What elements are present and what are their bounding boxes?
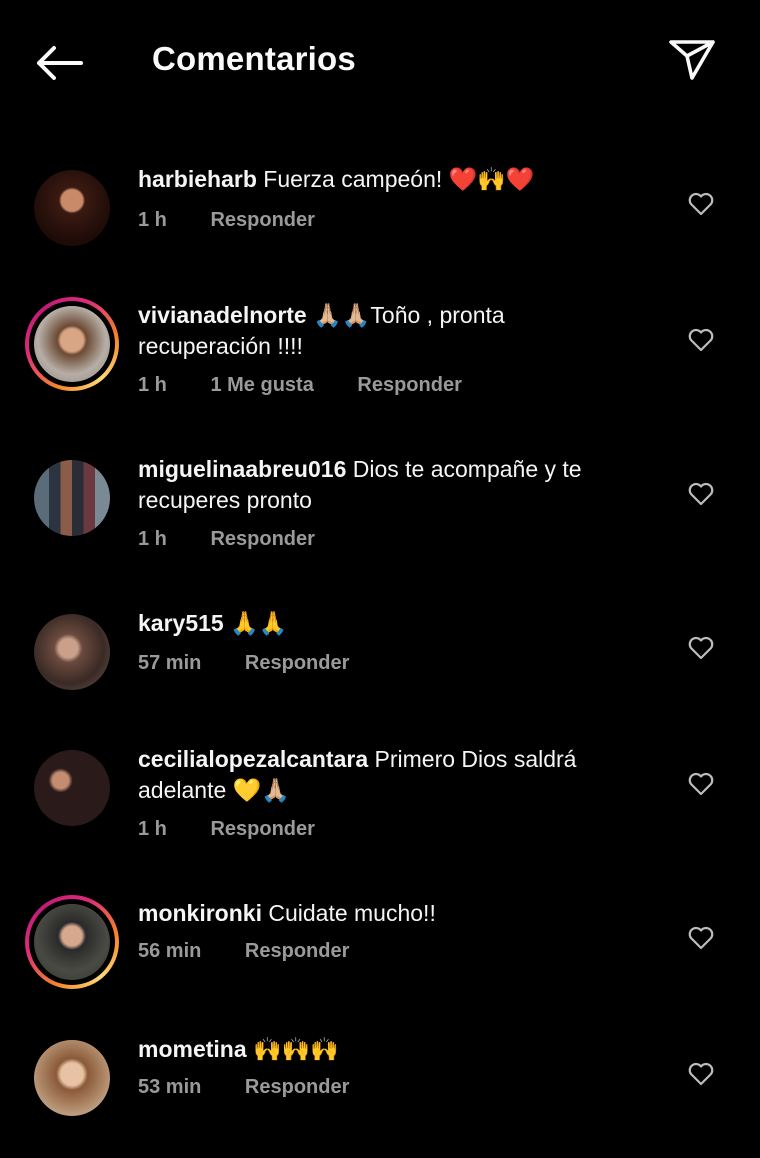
reply-button[interactable]: Responder [210, 818, 314, 840]
comment-body: Cuidate mucho!! [268, 900, 436, 926]
comment-body: Fuerza campeón! ❤️🙌❤️ [263, 166, 535, 192]
comment-username[interactable]: cecilialopezalcantara [138, 746, 368, 772]
comment-username[interactable]: vivianadelnorte [138, 302, 307, 328]
comment-body: 🙏🙏 [230, 610, 288, 636]
comment-time: 56 min [138, 940, 202, 962]
reply-button[interactable]: Responder [245, 652, 349, 674]
avatar[interactable] [25, 895, 119, 989]
comment-text: kary515 🙏🙏 [138, 608, 638, 639]
comment-item: miguelinaabreu016 Dios te acompañe y te … [0, 440, 760, 580]
comment-username[interactable]: harbieharb [138, 166, 257, 192]
avatar[interactable] [30, 610, 114, 694]
comment-item: kary515 🙏🙏 57 min Responder [0, 594, 760, 704]
comment-meta: 1 h 1 Me gusta Responder [138, 374, 500, 397]
heart-icon[interactable] [688, 192, 714, 216]
avatar[interactable] [30, 166, 114, 250]
comment-username[interactable]: kary515 [138, 610, 224, 636]
comment-text: vivianadelnorte 🙏🏼🙏🏼Toño , pronta recupe… [138, 300, 638, 362]
comment-meta: 1 h Responder [138, 209, 353, 232]
back-arrow-icon[interactable] [34, 44, 84, 82]
comment-item: mometina 🙌🙌🙌 53 min Responder [0, 1020, 760, 1140]
comment-text: monkironki Cuidate mucho!! [138, 898, 638, 929]
reply-button[interactable]: Responder [245, 1076, 349, 1098]
comment-item: vivianadelnorte 🙏🏼🙏🏼Toño , pronta recupe… [0, 286, 760, 426]
comment-text: miguelinaabreu016 Dios te acompañe y te … [138, 454, 638, 516]
heart-icon[interactable] [688, 926, 714, 950]
page-title: Comentarios [152, 40, 356, 77]
comment-text: mometina 🙌🙌🙌 [138, 1034, 638, 1065]
heart-icon[interactable] [688, 636, 714, 660]
comment-likes[interactable]: 1 Me gusta [210, 374, 313, 396]
comment-time: 53 min [138, 1076, 202, 1098]
send-icon[interactable] [668, 38, 716, 82]
comment-meta: 56 min Responder [138, 940, 387, 963]
comment-username[interactable]: mometina [138, 1036, 247, 1062]
reply-button[interactable]: Responder [210, 528, 314, 550]
comment-meta: 1 h Responder [138, 818, 353, 841]
heart-icon[interactable] [688, 482, 714, 506]
comment-time: 1 h [138, 528, 167, 550]
comment-time: 1 h [138, 209, 167, 231]
comment-time: 1 h [138, 374, 167, 396]
comment-time: 1 h [138, 818, 167, 840]
comment-text: harbieharb Fuerza campeón! ❤️🙌❤️ [138, 164, 638, 195]
reply-button[interactable]: Responder [210, 209, 314, 231]
reply-button[interactable]: Responder [357, 374, 461, 396]
avatar[interactable] [25, 297, 119, 391]
avatar[interactable] [30, 1036, 114, 1120]
comment-username[interactable]: miguelinaabreu016 [138, 456, 346, 482]
comment-meta: 57 min Responder [138, 652, 387, 675]
comment-item: monkironki Cuidate mucho!! 56 min Respon… [0, 884, 760, 994]
comment-time: 57 min [138, 652, 202, 674]
heart-icon[interactable] [688, 1062, 714, 1086]
comment-body: 🙌🙌🙌 [253, 1036, 339, 1062]
comment-item: cecilialopezalcantara Primero Dios saldr… [0, 730, 760, 870]
avatar[interactable] [30, 746, 114, 830]
comment-text: cecilialopezalcantara Primero Dios saldr… [138, 744, 638, 806]
comment-username[interactable]: monkironki [138, 900, 262, 926]
heart-icon[interactable] [688, 772, 714, 796]
top-bar: Comentarios [0, 0, 760, 124]
reply-button[interactable]: Responder [245, 940, 349, 962]
comment-meta: 53 min Responder [138, 1076, 387, 1099]
avatar[interactable] [30, 456, 114, 540]
comment-meta: 1 h Responder [138, 528, 353, 551]
heart-icon[interactable] [688, 328, 714, 352]
comment-item: harbieharb Fuerza campeón! ❤️🙌❤️ 1 h Res… [0, 150, 760, 270]
